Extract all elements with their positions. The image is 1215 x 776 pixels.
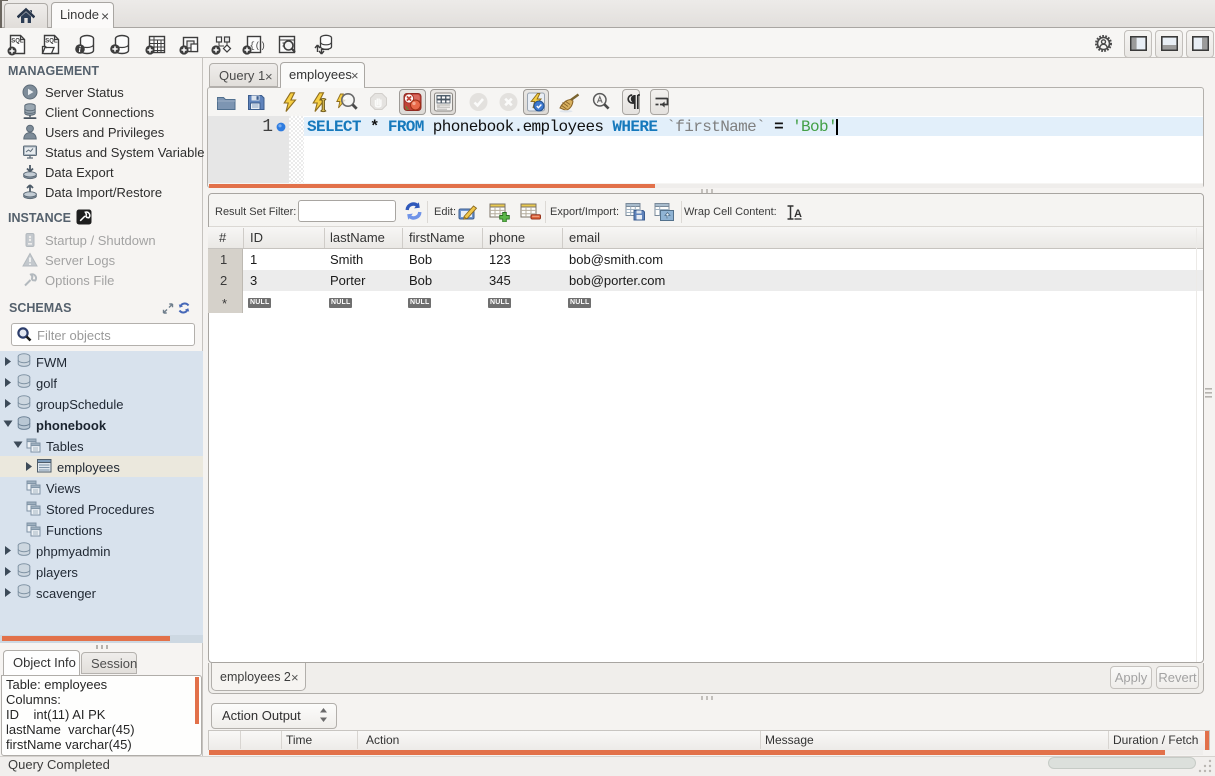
svg-text:A: A <box>794 208 802 220</box>
svg-text:SQL: SQL <box>45 39 58 45</box>
svg-text:SQL: SQL <box>11 39 24 45</box>
svg-text:{(): {() <box>250 41 266 51</box>
